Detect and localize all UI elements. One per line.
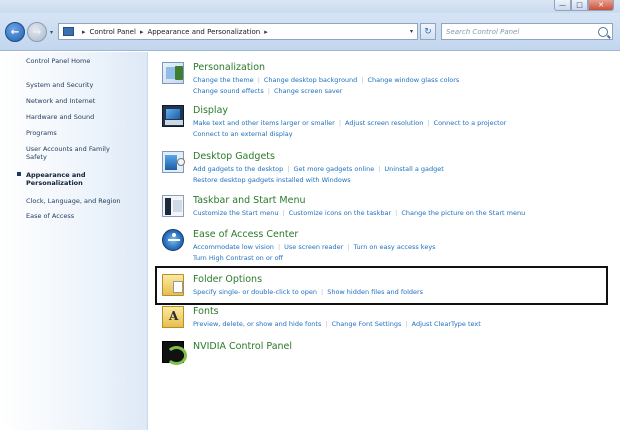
category-title[interactable]: Desktop Gadgets bbox=[193, 151, 275, 162]
task-link[interactable]: Uninstall a gadget bbox=[384, 165, 443, 173]
task-link[interactable]: Adjust ClearType text bbox=[412, 320, 481, 328]
category-links: Customize the Start menu | Customize icons… bbox=[193, 209, 526, 217]
breadcrumb-separator-icon[interactable]: ▸ bbox=[264, 28, 268, 36]
nvidia-icon[interactable] bbox=[162, 341, 187, 365]
sidebar-item-user-accounts[interactable]: User Accounts and Family Safety bbox=[26, 145, 126, 161]
task-link[interactable]: Preview, delete, or show and hide fonts bbox=[193, 320, 321, 328]
desktop-gadgets-icon[interactable] bbox=[162, 151, 185, 173]
category-title[interactable]: Display bbox=[193, 105, 228, 116]
task-link[interactable]: Make text and other items larger or smal… bbox=[193, 119, 335, 127]
navigation-bar: ← → ▾ ▸ Control Panel ▸ Appearance and P… bbox=[0, 13, 620, 51]
breadcrumb-appearance[interactable]: Appearance and Personalization bbox=[147, 28, 260, 36]
category-links: Make text and other items larger or smal… bbox=[193, 119, 507, 138]
category-links: Change the theme | Change desktop backgrou… bbox=[193, 76, 460, 95]
search-input[interactable]: Search Control Panel bbox=[441, 23, 613, 40]
recent-pages-dropdown-icon[interactable]: ▾ bbox=[50, 29, 53, 36]
task-link[interactable]: Change the theme bbox=[193, 76, 254, 84]
task-link[interactable]: Change the picture on the Start menu bbox=[401, 209, 525, 217]
task-link[interactable]: Change Font Settings bbox=[332, 320, 402, 328]
breadcrumb-separator-icon[interactable]: ▸ bbox=[82, 28, 86, 36]
category-fonts: Fonts Preview, delete, or show and hide … bbox=[162, 306, 612, 336]
taskbar-icon[interactable] bbox=[162, 195, 184, 217]
minimize-button[interactable]: — bbox=[554, 0, 571, 11]
sidebar-item-appearance[interactable]: Appearance and Personalization bbox=[26, 171, 126, 187]
task-link[interactable]: Turn on easy access keys bbox=[354, 243, 436, 251]
task-link[interactable]: Turn High Contrast on or off bbox=[193, 254, 283, 262]
category-links: Preview, delete, or show and hide fonts |… bbox=[193, 320, 481, 328]
category-personalization: Personalization Change the theme | Change … bbox=[162, 62, 612, 98]
category-taskbar: Taskbar and Start Menu Customize the Sta… bbox=[162, 195, 612, 225]
close-button[interactable]: ✕ bbox=[588, 0, 614, 11]
sidebar-item-hardware-sound[interactable]: Hardware and Sound bbox=[26, 113, 141, 121]
back-button[interactable]: ← bbox=[5, 22, 25, 42]
sidebar-item-system-security[interactable]: System and Security bbox=[26, 81, 141, 89]
task-link[interactable]: Restore desktop gadgets installed with W… bbox=[193, 176, 351, 184]
task-link[interactable]: Change desktop background bbox=[264, 76, 357, 84]
active-item-bullet-icon bbox=[17, 172, 21, 176]
task-link[interactable]: Change sound effects bbox=[193, 87, 264, 95]
task-link[interactable]: Add gadgets to the desktop bbox=[193, 165, 283, 173]
task-link[interactable]: Change window glass colors bbox=[367, 76, 459, 84]
highlight-box-folder-options bbox=[155, 266, 608, 305]
category-title[interactable]: Taskbar and Start Menu bbox=[193, 195, 305, 206]
control-panel-icon bbox=[63, 27, 74, 36]
search-icon[interactable] bbox=[598, 26, 608, 37]
task-link[interactable]: Change screen saver bbox=[274, 87, 343, 95]
category-links: Add gadgets to the desktop | Get more gadg… bbox=[193, 165, 444, 184]
search-placeholder: Search Control Panel bbox=[446, 27, 520, 36]
address-dropdown-icon[interactable]: ▾ bbox=[410, 28, 413, 35]
task-link[interactable]: Use screen reader bbox=[284, 243, 343, 251]
task-link[interactable]: Get more gadgets online bbox=[293, 165, 374, 173]
category-desktop-gadgets: Desktop Gadgets Add gadgets to the deskt… bbox=[162, 151, 612, 187]
sidebar-item-ease-of-access[interactable]: Ease of Access bbox=[26, 212, 141, 220]
task-link[interactable]: Accommodate low vision bbox=[193, 243, 274, 251]
refresh-button[interactable]: ↻ bbox=[420, 23, 436, 40]
task-link[interactable]: Adjust screen resolution bbox=[345, 119, 423, 127]
category-title[interactable]: NVIDIA Control Panel bbox=[193, 341, 292, 352]
task-link[interactable]: Customize the Start menu bbox=[193, 209, 278, 217]
sidebar-item-network[interactable]: Network and Internet bbox=[26, 97, 141, 105]
breadcrumb-control-panel[interactable]: Control Panel bbox=[90, 28, 136, 36]
category-title[interactable]: Fonts bbox=[193, 306, 219, 317]
category-title[interactable]: Ease of Access Center bbox=[193, 229, 298, 240]
sidebar: Control Panel Home System and Security N… bbox=[0, 52, 148, 430]
category-nvidia: NVIDIA Control Panel bbox=[162, 341, 612, 365]
ease-of-access-icon[interactable] bbox=[162, 229, 184, 251]
window-controls: — □ ✕ bbox=[554, 0, 614, 11]
task-link[interactable]: Customize icons on the taskbar bbox=[289, 209, 391, 217]
display-icon[interactable] bbox=[162, 105, 184, 127]
sidebar-item-clock-language[interactable]: Clock, Language, and Region bbox=[26, 197, 141, 205]
fonts-icon[interactable] bbox=[162, 306, 184, 328]
category-title[interactable]: Personalization bbox=[193, 62, 265, 73]
title-bar: — □ ✕ bbox=[0, 0, 620, 13]
sidebar-home-link[interactable]: Control Panel Home bbox=[26, 57, 141, 65]
breadcrumb-separator-icon[interactable]: ▸ bbox=[140, 28, 144, 36]
maximize-button[interactable]: □ bbox=[571, 0, 588, 11]
category-links: Accommodate low vision | Use screen reader… bbox=[193, 243, 436, 262]
task-link[interactable]: Connect to a projector bbox=[434, 119, 507, 127]
sidebar-item-programs[interactable]: Programs bbox=[26, 129, 141, 137]
address-bar[interactable]: ▸ Control Panel ▸ Appearance and Persona… bbox=[58, 23, 418, 40]
personalization-icon[interactable] bbox=[162, 62, 184, 84]
category-ease-of-access: Ease of Access Center Accommodate low vi… bbox=[162, 229, 612, 265]
task-link[interactable]: Connect to an external display bbox=[193, 130, 293, 138]
forward-button[interactable]: → bbox=[27, 22, 47, 42]
category-display: Display Make text and other items larger… bbox=[162, 105, 612, 141]
